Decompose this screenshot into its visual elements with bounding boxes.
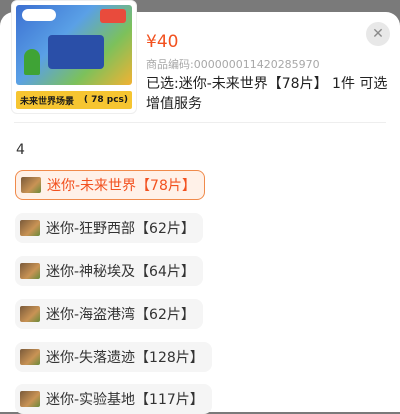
selected-summary: 已选:迷你-未来世界【78片】 1件 可选增值服务 (146, 76, 388, 112)
close-button[interactable]: ✕ (366, 22, 390, 46)
close-icon: ✕ (372, 26, 384, 42)
option-thumbnail (20, 220, 40, 236)
option-thumbnail (21, 177, 41, 193)
option-item[interactable]: 迷你-未来世界【78片】 (15, 170, 205, 200)
option-item[interactable]: 迷你-海盗港湾【62片】 (15, 299, 203, 329)
divider (14, 122, 386, 123)
option-thumbnail (20, 349, 40, 365)
option-item[interactable]: 迷你-实验基地【117片】 (15, 384, 212, 414)
option-thumbnail (20, 306, 40, 322)
product-code: 商品编码:000000011420285970 (146, 58, 320, 71)
spec-group-label: 4 (16, 142, 25, 158)
option-thumbnail (20, 391, 40, 407)
option-item[interactable]: 迷你-狂野西部【62片】 (15, 213, 203, 243)
product-price: ¥40 (146, 32, 179, 52)
product-image: 未来世界场景 ( 78 pcs) (11, 0, 137, 114)
product-image-caption: 未来世界场景 ( 78 pcs) (16, 91, 132, 109)
option-item[interactable]: 迷你-失落遗迹【128片】 (15, 342, 212, 372)
option-item[interactable]: 迷你-神秘埃及【64片】 (15, 256, 203, 286)
option-thumbnail (20, 263, 40, 279)
